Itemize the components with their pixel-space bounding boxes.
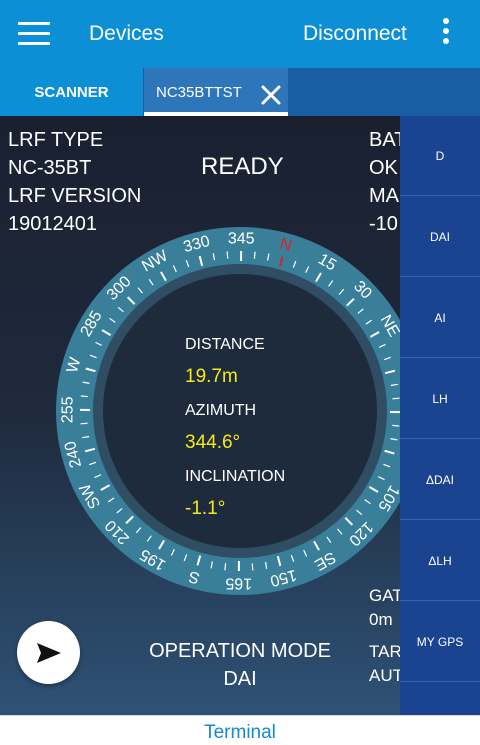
mode-button-d[interactable]: D xyxy=(400,116,480,196)
close-icon[interactable] xyxy=(259,83,283,107)
mode-button-delta-lh[interactable]: ΔLH xyxy=(400,521,480,601)
inclination-label: INCLINATION xyxy=(185,468,286,485)
disconnect-button[interactable]: Disconnect xyxy=(303,22,407,46)
hamburger-icon[interactable] xyxy=(18,22,50,46)
page-title: Devices xyxy=(89,22,164,45)
terminal-tab[interactable]: Terminal xyxy=(0,722,480,744)
compass-label: 345 xyxy=(228,230,255,247)
tab-bar: SCANNER NC35BTTST xyxy=(0,68,480,116)
compass-tick xyxy=(392,397,400,400)
send-button[interactable] xyxy=(17,621,80,684)
compass-label: 165 xyxy=(225,574,252,591)
compass-tick xyxy=(80,395,88,398)
azimuth-value: 344.6° xyxy=(185,432,241,453)
compass-label: 255 xyxy=(59,396,76,423)
send-icon xyxy=(36,642,61,663)
compass-tick xyxy=(251,563,254,571)
gate-value: 0m xyxy=(369,610,393,629)
mode-button-my-gps[interactable]: MY GPS xyxy=(400,602,480,682)
bottom-bar: Terminal xyxy=(0,715,480,745)
compass-tick xyxy=(392,424,400,427)
distance-label: DISTANCE xyxy=(185,336,265,353)
mode-button-lh[interactable]: LH xyxy=(400,359,480,439)
tab-scanner[interactable]: SCANNER xyxy=(0,68,143,116)
compass-tick xyxy=(226,251,229,259)
mode-button-dai[interactable]: DAI xyxy=(400,197,480,277)
gate-info: GAT 0m xyxy=(369,584,403,632)
gate-label: GAT xyxy=(369,586,403,605)
more-vert-icon[interactable] xyxy=(436,18,456,48)
compass-tick xyxy=(253,251,256,259)
mode-button-delta-dai[interactable]: ΔDAI xyxy=(400,440,480,520)
azimuth-label: AZIMUTH xyxy=(185,402,257,419)
inclination-value: -1.1° xyxy=(185,498,226,519)
mode-button-panel: D DAI AI LH ΔDAI ΔLH MY GPS xyxy=(400,116,480,715)
app-bar: Devices Disconnect xyxy=(0,0,480,68)
distance-value: 19.7m xyxy=(185,366,238,387)
compass-tick xyxy=(80,422,88,425)
compass-tick xyxy=(224,563,227,571)
tab-device-label: NC35BTTST xyxy=(156,83,242,101)
mode-button-ai[interactable]: AI xyxy=(400,278,480,358)
